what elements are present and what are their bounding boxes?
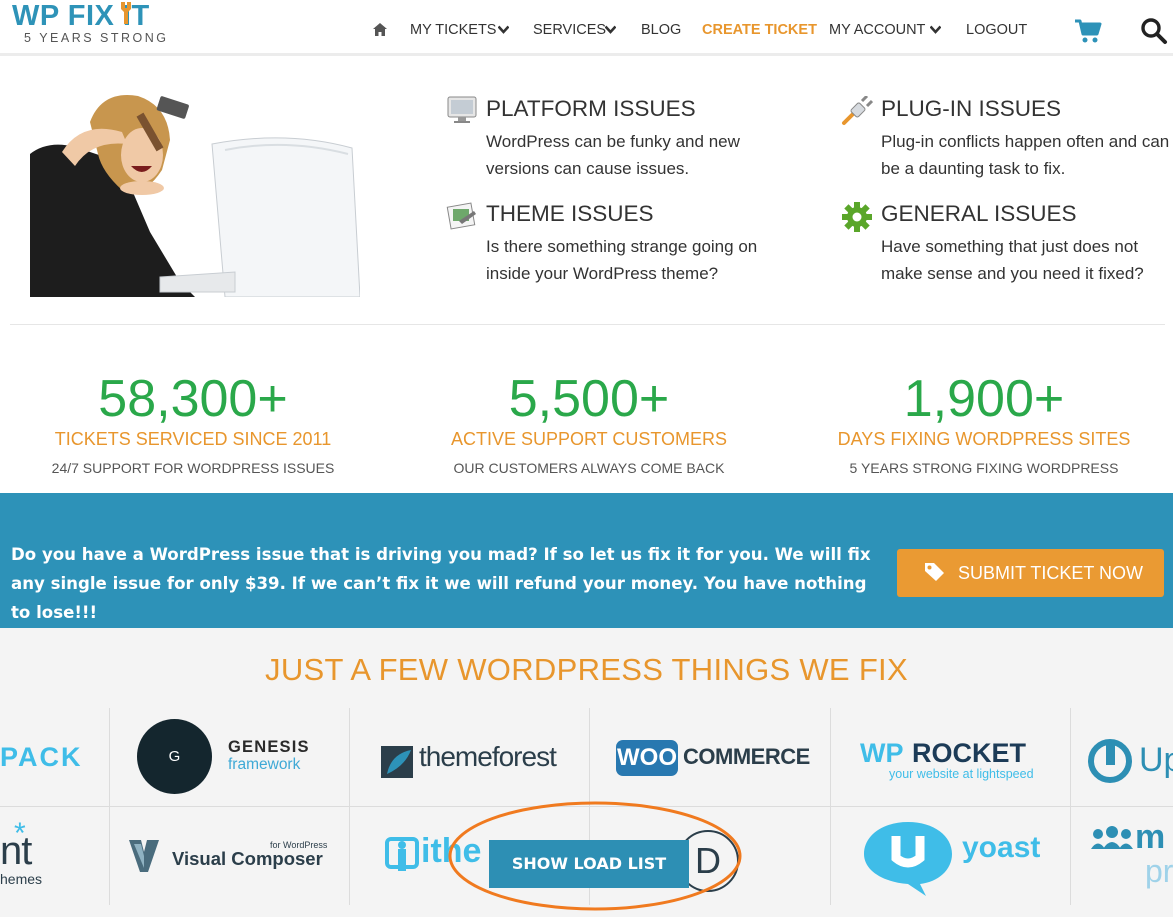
issue-description: WordPress can be funky and new versions … <box>486 132 740 178</box>
tag-icon <box>925 563 944 581</box>
nav-services[interactable]: SERVICES <box>533 22 606 38</box>
stat-sub: OUR CUSTOMERS ALWAYS COME BACK <box>453 460 725 476</box>
section-divider <box>10 324 1165 325</box>
ithemes-logo: ithe <box>421 832 482 870</box>
nav-logout[interactable]: LOGOUT <box>966 22 1027 38</box>
issue-theme: THEME ISSUES Is there something strange … <box>446 201 776 291</box>
issue-description: Plug-in conflicts happen often and can b… <box>881 132 1170 178</box>
search-icon[interactable] <box>1140 17 1168 45</box>
themeforest-leaf-icon <box>381 746 413 778</box>
frustrated-woman-laptop-image <box>30 95 360 297</box>
memberpress-logo: m <box>1135 818 1166 856</box>
visual-composer-icon <box>129 840 159 872</box>
elegant-themes-sub: hemes <box>0 871 43 887</box>
nav-my-tickets[interactable]: MY TICKETS <box>410 22 496 38</box>
elegant-themes-logo: nt <box>0 829 32 873</box>
monitor-icon <box>447 96 477 123</box>
nav-blog[interactable]: BLOG <box>641 22 681 38</box>
cart-icon[interactable] <box>1074 18 1102 44</box>
ithemes-icon <box>385 837 419 871</box>
nav-create-ticket[interactable]: CREATE TICKET <box>702 22 817 38</box>
themeforest-logo: themeforest <box>419 741 557 772</box>
stat-number: 58,300+ <box>98 370 288 428</box>
issue-title: THEME ISSUES <box>486 201 654 226</box>
issue-title: PLUG-IN ISSUES <box>881 96 1062 121</box>
submit-ticket-label: SUBMIT TICKET NOW <box>958 563 1144 583</box>
yoast-logo: yoast <box>962 831 1041 864</box>
wprocket-rocket: ROCKET <box>912 738 1026 768</box>
wprocket-sub: your website at lightspeed <box>889 767 1034 781</box>
submit-ticket-button[interactable]: SUBMIT TICKET NOW <box>897 549 1164 597</box>
woo-badge: WOO <box>616 740 678 776</box>
stat-number: 1,900+ <box>903 370 1065 428</box>
issue-plugin: PLUG-IN ISSUES Plug-in conflicts happen … <box>841 96 1171 186</box>
memberpress-people-icon <box>1091 826 1133 849</box>
chevron-down-icon[interactable] <box>605 25 616 34</box>
theme-icon <box>446 202 476 230</box>
woo-text: WOO <box>617 744 677 771</box>
nav-my-account[interactable]: MY ACCOUNT <box>829 22 925 38</box>
stat-number: 5,500+ <box>508 370 670 428</box>
show-load-list-button[interactable]: SHOW LOAD LIST <box>489 840 689 888</box>
genesis-sub: framework <box>228 756 301 773</box>
genesis-name: GENESIS <box>228 738 310 756</box>
yoast-icon <box>864 822 952 896</box>
brand-tagline: 5 YEARS STRONG <box>24 31 169 45</box>
issue-description: Is there something strange going on insi… <box>486 237 758 283</box>
visual-composer-logo: Visual Composer <box>172 848 323 869</box>
page: WP FIX IT 5 YEARS STRONG MY TICKETS SERV… <box>0 0 1173 917</box>
promo-band: Do you have a WordPress issue that is dr… <box>0 493 1173 628</box>
updraft-logo: Up <box>1139 741 1173 779</box>
plug-icon <box>842 96 873 125</box>
stat-sub: 24/7 SUPPORT FOR WORDPRESS ISSUES <box>51 460 335 476</box>
memberpress-sub: pr <box>1145 853 1173 889</box>
gear-icon <box>842 202 872 232</box>
updraft-icon <box>1088 739 1132 783</box>
issue-description: Have something that just does not make s… <box>881 237 1144 283</box>
grid-divider <box>0 806 1173 807</box>
show-load-list-label: SHOW LOAD LIST <box>511 854 667 873</box>
jetpack-logo: PACK <box>0 742 83 772</box>
wrench-icon <box>121 2 131 24</box>
wprocket-wp: WP <box>860 738 904 768</box>
issue-general: GENERAL ISSUES Have something that just … <box>841 201 1171 291</box>
logos-title: JUST A FEW WORDPRESS THINGS WE FIX <box>265 652 908 687</box>
site-header: WP FIX IT 5 YEARS STRONG MY TICKETS SERV… <box>0 0 1173 56</box>
stat-customers: 5,500+ ACTIVE SUPPORT CUSTOMERS OUR CUST… <box>419 370 759 476</box>
issue-platform: PLATFORM ISSUES WordPress can be funky a… <box>446 96 776 186</box>
chevron-down-icon[interactable] <box>498 25 509 34</box>
promo-message: Do you have a WordPress issue that is dr… <box>11 545 871 622</box>
issue-title: PLATFORM ISSUES <box>486 96 696 121</box>
site-logo[interactable]: WP FIX IT 5 YEARS STRONG <box>10 0 170 50</box>
genesis-mark: G <box>137 719 212 794</box>
stat-label: DAYS FIXING WORDPRESS SITES <box>837 429 1131 449</box>
stat-label: TICKETS SERVICED SINCE 2011 <box>54 429 332 449</box>
stat-label: ACTIVE SUPPORT CUSTOMERS <box>450 429 728 449</box>
issue-title: GENERAL ISSUES <box>881 201 1077 226</box>
home-icon[interactable] <box>373 23 387 36</box>
woocommerce-logo: COMMERCE <box>683 744 810 769</box>
genesis-mark-letter: G <box>168 748 181 765</box>
chevron-down-icon[interactable] <box>930 25 941 34</box>
stat-sub: 5 YEARS STRONG FIXING WORDPRESS <box>849 460 1119 476</box>
stat-tickets: 58,300+ TICKETS SERVICED SINCE 2011 24/7… <box>23 370 363 476</box>
stat-days: 1,900+ DAYS FIXING WORDPRESS SITES 5 YEA… <box>814 370 1154 476</box>
